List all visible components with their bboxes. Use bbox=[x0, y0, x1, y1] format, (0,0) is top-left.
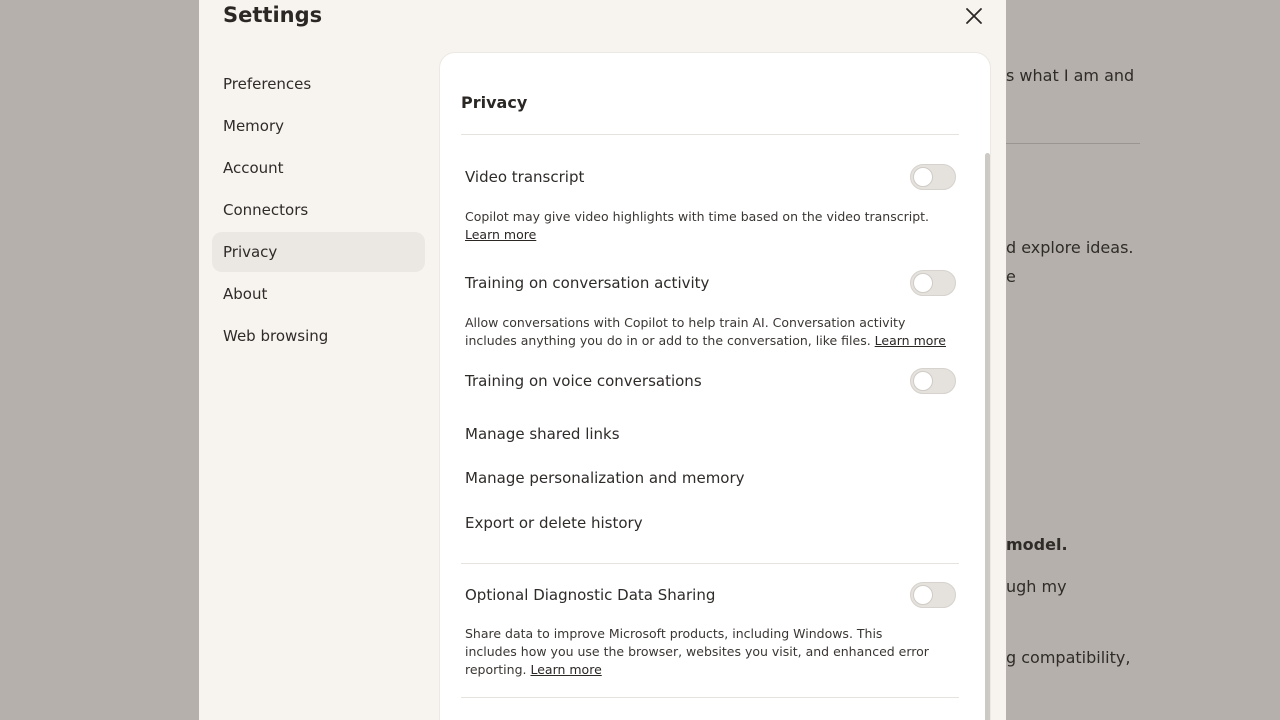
divider bbox=[461, 563, 959, 564]
toggle-knob bbox=[913, 167, 933, 187]
nav-item-memory[interactable]: Memory bbox=[212, 106, 425, 146]
close-button[interactable] bbox=[961, 3, 987, 29]
panel-heading: Privacy bbox=[461, 93, 528, 112]
diagnostic-toggle[interactable] bbox=[910, 582, 956, 608]
modal-title: Settings bbox=[223, 3, 323, 27]
background-text: d explore ideas. bbox=[1006, 238, 1134, 257]
background-text: e bbox=[1006, 267, 1016, 286]
divider bbox=[461, 134, 959, 135]
toggle-knob bbox=[913, 273, 933, 293]
video-transcript-toggle[interactable] bbox=[910, 164, 956, 190]
nav-item-label: Web browsing bbox=[223, 327, 329, 345]
background-divider bbox=[1000, 143, 1140, 144]
divider bbox=[461, 697, 959, 698]
settings-nav: Preferences Memory Account Connectors Pr… bbox=[212, 64, 425, 358]
nav-item-label: Account bbox=[223, 159, 284, 177]
toggle-knob bbox=[913, 585, 933, 605]
background-text: g compatibility, bbox=[1006, 648, 1131, 667]
close-icon bbox=[966, 8, 982, 24]
nav-item-privacy[interactable]: Privacy bbox=[212, 232, 425, 272]
nav-item-label: Memory bbox=[223, 117, 285, 135]
manage-personalization-memory[interactable]: Manage personalization and memory bbox=[465, 469, 745, 487]
nav-item-about[interactable]: About bbox=[212, 274, 425, 314]
diagnostic-description: Share data to improve Microsoft products… bbox=[465, 625, 935, 679]
settings-modal: Settings Preferences Memory Account Conn… bbox=[199, 0, 1006, 720]
background-text: ugh my bbox=[1006, 577, 1067, 596]
background-text: model. bbox=[1006, 535, 1068, 554]
scrollbar[interactable] bbox=[985, 153, 990, 720]
nav-item-web-browsing[interactable]: Web browsing bbox=[212, 316, 425, 356]
video-transcript-description: Copilot may give video highlights with t… bbox=[465, 208, 960, 244]
description-text: Allow conversations with Copilot to help… bbox=[465, 315, 906, 348]
training-conversation-description: Allow conversations with Copilot to help… bbox=[465, 314, 960, 350]
diagnostic-label: Optional Diagnostic Data Sharing bbox=[465, 586, 716, 604]
nav-item-account[interactable]: Account bbox=[212, 148, 425, 188]
background-text: s what I am and bbox=[1006, 66, 1135, 85]
training-voice-toggle[interactable] bbox=[910, 368, 956, 394]
training-conversation-toggle[interactable] bbox=[910, 270, 956, 296]
learn-more-link[interactable]: Learn more bbox=[465, 227, 536, 242]
privacy-panel: Privacy Video transcript Copilot may giv… bbox=[439, 52, 991, 720]
nav-item-preferences[interactable]: Preferences bbox=[212, 64, 425, 104]
learn-more-link[interactable]: Learn more bbox=[875, 333, 946, 348]
nav-item-label: Connectors bbox=[223, 201, 309, 219]
nav-item-label: Privacy bbox=[223, 243, 278, 261]
learn-more-link[interactable]: Learn more bbox=[530, 662, 601, 677]
nav-item-label: Preferences bbox=[223, 75, 312, 93]
nav-item-label: About bbox=[223, 285, 268, 303]
nav-item-connectors[interactable]: Connectors bbox=[212, 190, 425, 230]
training-conversation-label: Training on conversation activity bbox=[465, 274, 710, 292]
video-transcript-label: Video transcript bbox=[465, 168, 585, 186]
description-text: Copilot may give video highlights with t… bbox=[465, 209, 930, 224]
export-delete-history[interactable]: Export or delete history bbox=[465, 514, 643, 532]
manage-shared-links[interactable]: Manage shared links bbox=[465, 425, 620, 443]
training-voice-label: Training on voice conversations bbox=[465, 372, 702, 390]
toggle-knob bbox=[913, 371, 933, 391]
